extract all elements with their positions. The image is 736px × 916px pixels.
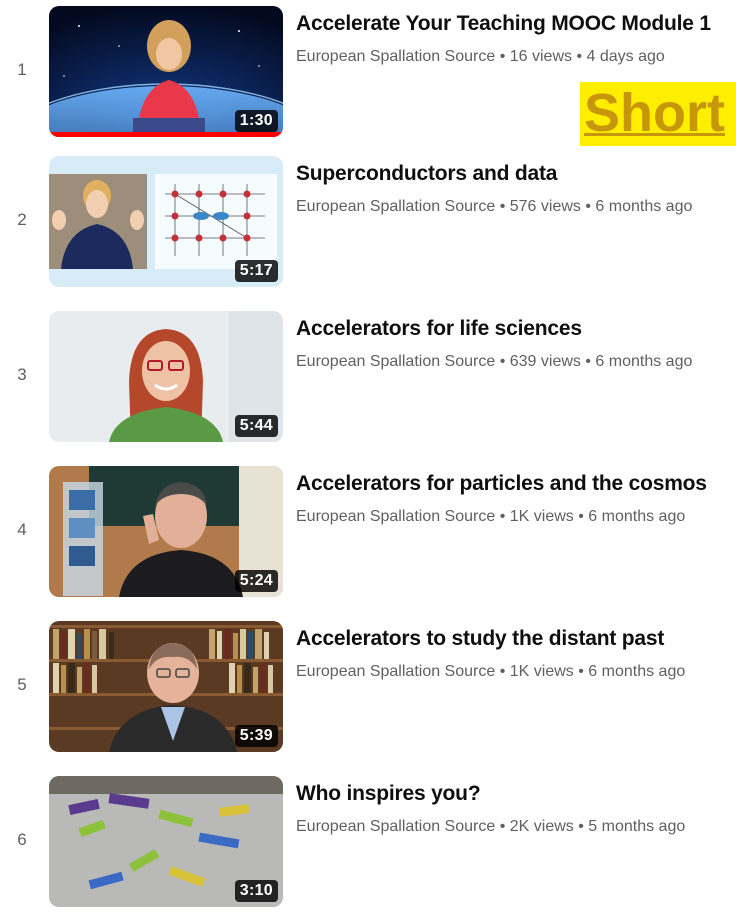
video-thumbnail[interactable]: 5:44 <box>49 311 283 442</box>
channel-name[interactable]: European Spallation Source <box>296 198 495 215</box>
video-duration: 5:44 <box>234 415 278 437</box>
shorts-overlay-label: Short <box>580 82 736 146</box>
view-count: 1K views <box>509 508 574 525</box>
separator: • <box>572 48 587 65</box>
channel-name[interactable]: European Spallation Source <box>296 353 495 370</box>
upload-age: 6 months ago <box>588 508 686 525</box>
video-duration: 5:24 <box>234 570 278 592</box>
video-metadata: European Spallation Source • 1K views • … <box>296 663 685 681</box>
list-item[interactable]: 6 3:10 Who inspires you? European Spalla… <box>0 776 736 916</box>
list-item[interactable]: 3 5:44 Accelerators for life sciences Eu… <box>0 311 736 451</box>
video-title[interactable]: Who inspires you? <box>296 782 481 806</box>
video-metadata: European Spallation Source • 2K views • … <box>296 818 685 836</box>
playlist-index: 1 <box>17 60 27 79</box>
playlist-index: 5 <box>17 675 27 694</box>
channel-name[interactable]: European Spallation Source <box>296 663 495 680</box>
video-title[interactable]: Accelerators for particles and the cosmo… <box>296 472 707 496</box>
watch-progress-bar <box>49 132 283 137</box>
video-title[interactable]: Superconductors and data <box>296 162 557 186</box>
list-item[interactable]: 4 5:24 Accelerators for particles and th… <box>0 466 736 606</box>
separator: • <box>495 353 510 370</box>
upload-age: 4 days ago <box>586 48 665 65</box>
playlist-index: 4 <box>17 520 27 539</box>
video-thumbnail[interactable]: 5:24 <box>49 466 283 597</box>
list-item[interactable]: 2 5:17 Superconductors and data European… <box>0 156 736 296</box>
video-thumbnail[interactable]: 1:30 <box>49 6 283 137</box>
upload-age: 6 months ago <box>595 198 693 215</box>
separator: • <box>495 48 510 65</box>
list-item[interactable]: 5 5:39 Accelerators to study the distant… <box>0 621 736 761</box>
playlist-index: 6 <box>17 830 27 849</box>
video-thumbnail[interactable]: 3:10 <box>49 776 283 907</box>
video-title[interactable]: Accelerators for life sciences <box>296 317 582 341</box>
separator: • <box>573 508 589 525</box>
video-title[interactable]: Accelerate Your Teaching MOOC Module 1 <box>296 12 711 36</box>
upload-age: 6 months ago <box>588 663 686 680</box>
video-metadata: European Spallation Source • 639 views •… <box>296 353 692 371</box>
video-duration: 5:17 <box>234 260 278 282</box>
upload-age: 6 months ago <box>595 353 693 370</box>
separator: • <box>495 508 510 525</box>
view-count: 2K views <box>509 818 574 835</box>
video-metadata: European Spallation Source • 16 views • … <box>296 48 665 66</box>
playlist-index: 2 <box>17 210 27 229</box>
video-duration: 1:30 <box>234 110 278 132</box>
playlist-index: 3 <box>17 365 27 384</box>
channel-name[interactable]: European Spallation Source <box>296 818 495 835</box>
channel-name[interactable]: European Spallation Source <box>296 508 495 525</box>
separator: • <box>573 663 589 680</box>
separator: • <box>495 818 510 835</box>
view-count: 1K views <box>509 663 574 680</box>
separator: • <box>580 198 596 215</box>
view-count: 639 views <box>509 353 581 370</box>
upload-age: 5 months ago <box>588 818 686 835</box>
separator: • <box>573 818 589 835</box>
channel-name[interactable]: European Spallation Source <box>296 48 495 65</box>
view-count: 576 views <box>509 198 581 215</box>
shorts-label-text: Short <box>584 83 725 143</box>
view-count: 16 views <box>509 48 572 65</box>
video-thumbnail[interactable]: 5:39 <box>49 621 283 752</box>
separator: • <box>495 663 510 680</box>
video-metadata: European Spallation Source • 576 views •… <box>296 198 692 216</box>
video-duration: 3:10 <box>234 880 278 902</box>
video-duration: 5:39 <box>234 725 278 747</box>
separator: • <box>580 353 596 370</box>
video-metadata: European Spallation Source • 1K views • … <box>296 508 685 526</box>
video-title[interactable]: Accelerators to study the distant past <box>296 627 664 651</box>
video-thumbnail[interactable]: 5:17 <box>49 156 283 287</box>
separator: • <box>495 198 510 215</box>
